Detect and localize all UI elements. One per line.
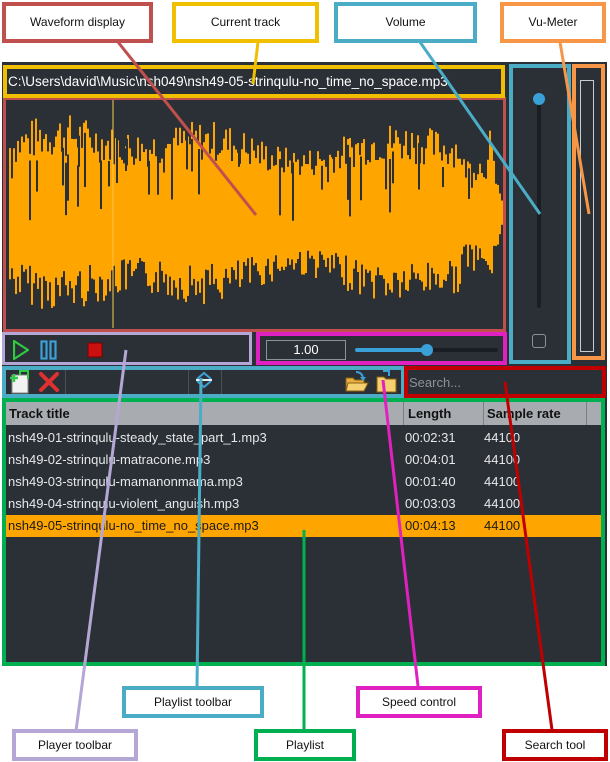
label-waveform-display: Waveform display: [2, 2, 153, 43]
label-speed-control: Speed control: [356, 686, 482, 718]
label-playlist-toolbar: Playlist toolbar: [122, 686, 264, 718]
annotation-lines: [74, 41, 591, 732]
label-playlist: Playlist: [254, 729, 356, 761]
label-current-track: Current track: [172, 2, 319, 43]
label-vu-meter: Vu-Meter: [500, 2, 606, 43]
label-search-tool: Search tool: [502, 729, 608, 761]
label-volume: Volume: [334, 2, 477, 43]
label-player-toolbar: Player toolbar: [12, 729, 138, 761]
